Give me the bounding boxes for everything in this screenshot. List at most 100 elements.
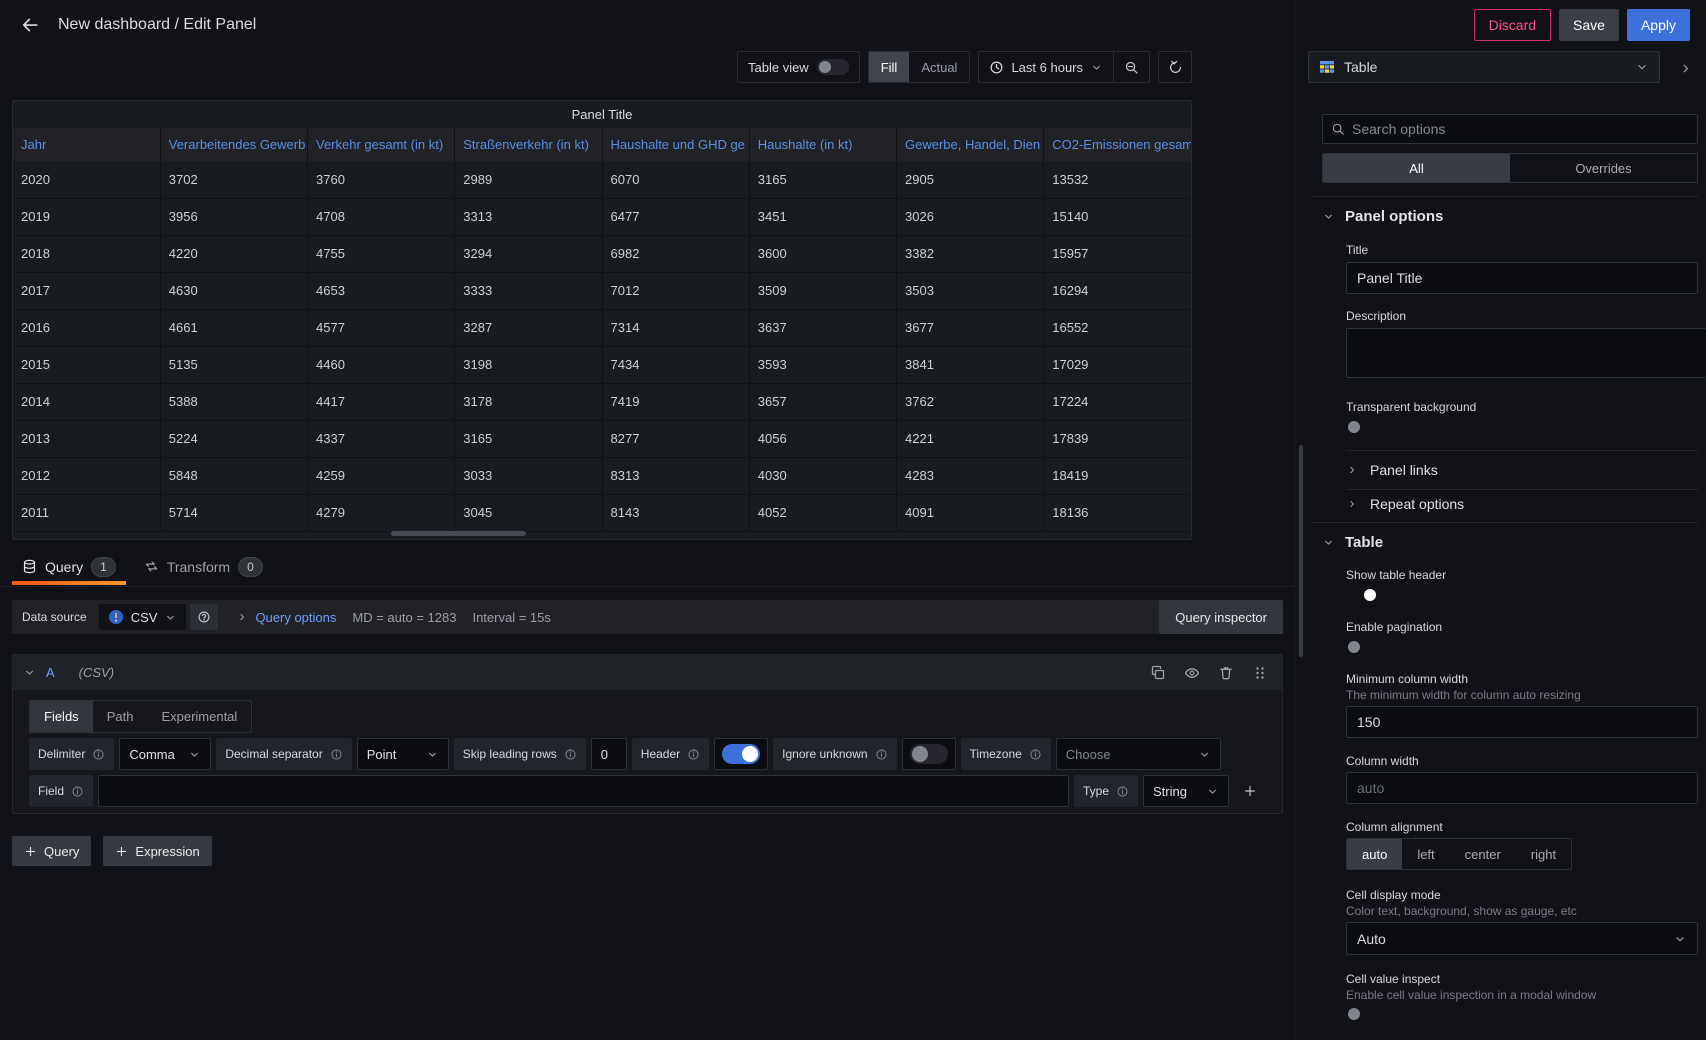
datasource-help-button[interactable] <box>190 604 218 630</box>
table-cell: 6982 <box>602 235 749 272</box>
refresh-button[interactable] <box>1158 51 1192 83</box>
chevron-down-icon <box>1198 748 1211 761</box>
table-cell: 4630 <box>160 272 307 309</box>
add-field-button[interactable] <box>1234 775 1266 807</box>
table-cell: 5848 <box>160 457 307 494</box>
table-cell: 4056 <box>749 420 896 457</box>
discard-button[interactable]: Discard <box>1474 9 1551 41</box>
table-cell: 3956 <box>160 198 307 235</box>
search-input[interactable] <box>1352 121 1689 137</box>
panel-description-textarea[interactable] <box>1346 328 1706 378</box>
datasource-picker[interactable]: CSV <box>99 604 187 630</box>
add-query-button[interactable]: Query <box>12 836 91 866</box>
tab-overrides[interactable]: Overrides <box>1510 154 1697 182</box>
table-cell: 7314 <box>602 309 749 346</box>
min-column-width-input[interactable] <box>1346 706 1698 738</box>
table-cell: 2016 <box>13 309 160 346</box>
tab-transform[interactable]: Transform 0 <box>134 548 273 585</box>
table-column-header[interactable]: Jahr <box>13 128 160 161</box>
alignment-auto-option[interactable]: auto <box>1347 839 1402 869</box>
drag-query-handle[interactable] <box>1248 661 1272 685</box>
table-section-header[interactable]: Table <box>1322 534 1698 551</box>
table-cell: 3841 <box>897 346 1044 383</box>
collapse-options-pane-button[interactable] <box>1674 57 1696 79</box>
chevron-down-icon <box>426 748 439 761</box>
duplicate-query-button[interactable] <box>1146 661 1170 685</box>
header-toggle[interactable] <box>714 738 768 770</box>
alignment-right-option[interactable]: right <box>1516 839 1571 869</box>
type-select[interactable]: String <box>1143 775 1229 807</box>
tab-fields[interactable]: Fields <box>30 701 93 732</box>
visualization-picker[interactable]: Table <box>1308 51 1660 83</box>
tab-experimental[interactable]: Experimental <box>147 701 251 732</box>
horizontal-scrollbar[interactable] <box>391 531 526 536</box>
add-expression-button[interactable]: Expression <box>103 836 211 866</box>
chevron-down-icon <box>188 748 201 761</box>
table-column-header[interactable]: Verarbeitendes Gewerb <box>160 128 307 161</box>
fill-option[interactable]: Fill <box>869 52 910 82</box>
table-cell: 4030 <box>749 457 896 494</box>
table-cell: 4460 <box>308 346 455 383</box>
table-column-header[interactable]: Haushalte (in kt) <box>749 128 896 161</box>
alignment-center-option[interactable]: center <box>1450 839 1516 869</box>
actual-option[interactable]: Actual <box>909 52 969 82</box>
panel-options-section-header[interactable]: Panel options <box>1322 208 1698 225</box>
table-cell: 4259 <box>308 457 455 494</box>
table-cell: 3657 <box>749 383 896 420</box>
hide-query-button[interactable] <box>1180 661 1204 685</box>
timezone-select[interactable]: Choose <box>1056 738 1221 770</box>
options-search[interactable] <box>1322 114 1698 144</box>
alignment-left-option[interactable]: left <box>1402 839 1449 869</box>
show-table-header-label: Show table header <box>1346 568 1698 582</box>
max-data-points-text: MD = auto = 1283 <box>352 610 456 625</box>
repeat-options-section[interactable]: Repeat options <box>1346 496 1698 512</box>
table-column-header[interactable]: Straßenverkehr (in kt) <box>455 128 602 161</box>
panel-toolbar: Table view Fill Actual Last 6 hours <box>12 51 1192 83</box>
datasource-label: Data source <box>12 610 99 624</box>
fill-actual-segmented: Fill Actual <box>868 51 971 83</box>
decimal-separator-select[interactable]: Point <box>357 738 449 770</box>
table-cell: 4052 <box>749 494 896 531</box>
table-column-header[interactable]: Verkehr gesamt (in kt) <box>308 128 455 161</box>
tab-all[interactable]: All <box>1323 154 1510 182</box>
table-cell: 2014 <box>13 383 160 420</box>
ignore-unknown-toggle[interactable] <box>902 738 956 770</box>
cell-display-mode-select[interactable]: Auto <box>1346 922 1698 955</box>
table-cell: 7012 <box>602 272 749 309</box>
tab-query[interactable]: Query 1 <box>12 548 126 585</box>
table-column-header[interactable]: Gewerbe, Handel, Dien <box>897 128 1044 161</box>
table-cell: 4577 <box>308 309 455 346</box>
tab-path[interactable]: Path <box>93 701 148 732</box>
field-name-input[interactable] <box>98 775 1069 807</box>
table-column-header[interactable]: Haushalte und GHD ge <box>602 128 749 161</box>
datasource-value: CSV <box>131 610 158 625</box>
column-width-input[interactable] <box>1346 772 1698 804</box>
remove-query-button[interactable] <box>1214 661 1238 685</box>
transparent-background-label: Transparent background <box>1346 400 1698 414</box>
page-title: New dashboard / Edit Panel <box>58 16 256 34</box>
zoom-out-button[interactable] <box>1113 52 1149 82</box>
table-column-header[interactable]: CO2-Emissionen gesam <box>1044 128 1191 161</box>
skip-leading-rows-input[interactable] <box>591 738 627 770</box>
table-cell: 3593 <box>749 346 896 383</box>
back-button[interactable] <box>16 11 44 39</box>
query-inspector-button[interactable]: Query inspector <box>1159 600 1283 634</box>
table-view-toggle[interactable] <box>817 59 849 75</box>
table-cell: 3702 <box>160 161 307 198</box>
apply-button[interactable]: Apply <box>1627 9 1690 41</box>
table-cell: 2015 <box>13 346 160 383</box>
panel-title-input[interactable] <box>1346 262 1698 294</box>
table-cell: 3503 <box>897 272 1044 309</box>
table-cell: 3382 <box>897 235 1044 272</box>
table-cell: 2018 <box>13 235 160 272</box>
panel-links-section[interactable]: Panel links <box>1346 462 1698 478</box>
save-button[interactable]: Save <box>1559 9 1619 41</box>
time-range-picker[interactable]: Last 6 hours <box>979 52 1113 82</box>
panel-title: Panel Title <box>13 101 1191 128</box>
query-options-toggle[interactable]: Query options <box>236 610 336 625</box>
query-row-header[interactable]: A (CSV) <box>13 655 1282 690</box>
query-datasource-type: (CSV) <box>79 665 114 680</box>
table-row: 2018 4220 4755 3294 6982 3600 3382 15957 <box>13 235 1191 272</box>
table-cell: 4417 <box>308 383 455 420</box>
delimiter-select[interactable]: Comma <box>119 738 211 770</box>
